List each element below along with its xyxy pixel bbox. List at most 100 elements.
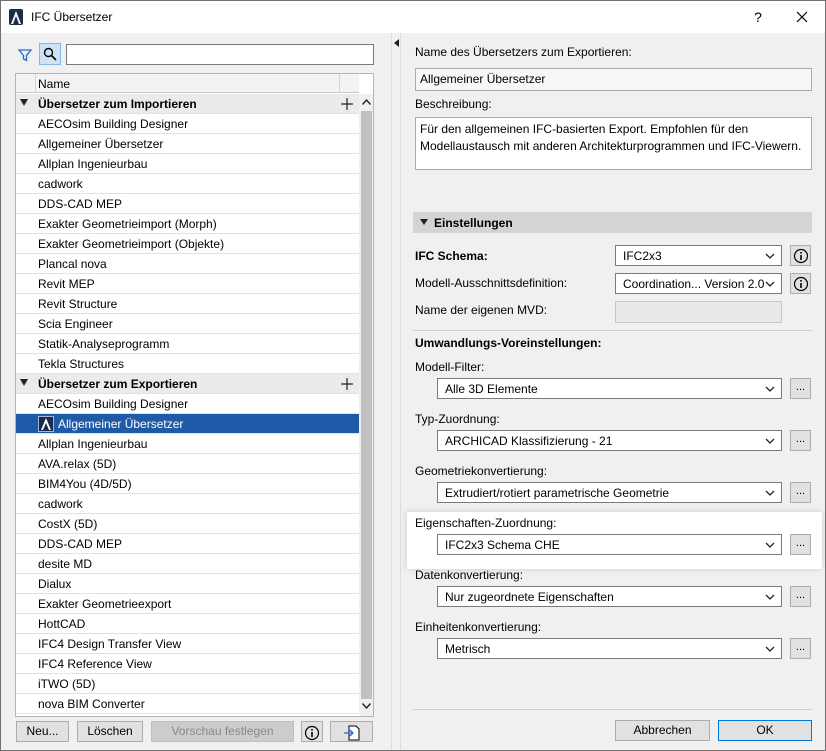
geometry-conversion-options-button[interactable]: ...	[790, 482, 811, 503]
search-input[interactable]	[66, 44, 374, 65]
list-item-label: Allplan Ingenieurbau	[38, 157, 148, 171]
list-item[interactable]: DDS-CAD MEP	[16, 194, 359, 214]
list-header: Name	[16, 74, 359, 93]
settings-header-label: Einstellungen	[434, 216, 513, 230]
mvd-label: Modell-Ausschnittsdefinition:	[415, 276, 568, 290]
list-item[interactable]: Dialux	[16, 574, 359, 594]
list-rows: Übersetzer zum Importieren AECOsim Buildi…	[16, 94, 359, 714]
list-item[interactable]: AECOsim Building Designer	[16, 114, 359, 134]
list-item[interactable]: HottCAD	[16, 614, 359, 634]
list-item[interactable]: Allgemeiner Übersetzer	[16, 414, 359, 434]
collapse-triangle-icon	[420, 219, 428, 225]
translator-settings-pane: Name des Übersetzers zum Exportieren: Al…	[402, 33, 825, 750]
new-translator-button[interactable]: Neu...	[16, 721, 69, 742]
chevron-down-icon	[765, 281, 775, 287]
pane-splitter[interactable]	[391, 33, 401, 750]
list-scrollbar[interactable]	[359, 94, 373, 716]
chevron-down-icon	[765, 594, 775, 600]
list-item[interactable]: AECOsim Building Designer	[16, 394, 359, 414]
mvd-info-button[interactable]	[790, 273, 811, 294]
translator-name-field[interactable]: Allgemeiner Übersetzer	[415, 68, 812, 91]
list-item[interactable]: BIM4You (4D/5D)	[16, 474, 359, 494]
unit-conversion-label: Einheitenkonvertierung:	[415, 620, 542, 634]
list-item[interactable]: CostX (5D)	[16, 514, 359, 534]
divider	[413, 709, 812, 710]
expand-triangle-icon[interactable]	[20, 379, 28, 386]
property-mapping-select[interactable]: IFC2x3 Schema CHE	[437, 534, 782, 555]
add-translator-icon[interactable]	[340, 97, 354, 111]
window-title: IFC Übersetzer	[31, 10, 113, 24]
type-mapping-select[interactable]: ARCHICAD Klassifizierung - 21	[437, 430, 782, 451]
list-header-divider	[339, 74, 340, 93]
delete-translator-button[interactable]: Löschen	[77, 721, 143, 742]
list-item-label: Scia Engineer	[38, 317, 113, 331]
geometry-conversion-select[interactable]: Extrudiert/rotiert parametrische Geometr…	[437, 482, 782, 503]
list-item[interactable]: DDS-CAD MEP	[16, 534, 359, 554]
import-export-translator-button[interactable]	[330, 721, 373, 742]
list-header-name[interactable]: Name	[38, 77, 70, 91]
add-translator-icon[interactable]	[340, 377, 354, 391]
collapse-arrow-icon[interactable]	[394, 39, 400, 47]
list-item[interactable]: IFC4 Reference View	[16, 654, 359, 674]
list-item[interactable]: IFC4 Design Transfer View	[16, 634, 359, 654]
list-item[interactable]: Scia Engineer	[16, 314, 359, 334]
scroll-down-icon[interactable]	[362, 703, 371, 709]
data-conversion-options-button[interactable]: ...	[790, 586, 811, 607]
expand-triangle-icon[interactable]	[20, 99, 28, 106]
scrollbar-thumb[interactable]	[361, 111, 372, 699]
list-item[interactable]: Allplan Ingenieurbau	[16, 434, 359, 454]
list-item[interactable]: Statik-Analyseprogramm	[16, 334, 359, 354]
geometry-conversion-label: Geometriekonvertierung:	[415, 464, 548, 478]
translator-list: Name Übersetzer zum Importieren AECOsim B…	[15, 73, 374, 717]
scroll-up-icon[interactable]	[362, 99, 371, 105]
unit-conversion-select[interactable]: Metrisch	[437, 638, 782, 659]
custom-mvd-field[interactable]	[615, 301, 782, 323]
translator-icon	[38, 416, 54, 432]
list-item[interactable]: cadwork	[16, 494, 359, 514]
list-item[interactable]: Exakter Geometrieimport (Morph)	[16, 214, 359, 234]
unit-conversion-options-button[interactable]: ...	[790, 638, 811, 659]
settings-section-header[interactable]: Einstellungen	[413, 212, 812, 233]
list-item[interactable]: Allplan Ingenieurbau	[16, 154, 359, 174]
list-item[interactable]: desite MD	[16, 554, 359, 574]
ifc-schema-select[interactable]: IFC2x3	[615, 245, 782, 266]
list-item[interactable]: Exakter Geometrieimport (Objekte)	[16, 234, 359, 254]
list-item[interactable]: Revit MEP	[16, 274, 359, 294]
set-preview-button[interactable]: Vorschau festlegen	[151, 721, 294, 742]
close-button[interactable]	[779, 1, 825, 33]
list-item[interactable]: Allgemeiner Übersetzer	[16, 134, 359, 154]
list-item[interactable]: cadwork	[16, 174, 359, 194]
search-toggle-button[interactable]	[39, 43, 61, 65]
list-item[interactable]: Exakter Geometrieexport	[16, 594, 359, 614]
ok-button[interactable]: OK	[718, 720, 812, 741]
model-filter-select[interactable]: Alle 3D Elemente	[437, 378, 782, 399]
property-mapping-options-button[interactable]: ...	[790, 534, 811, 555]
list-item-label: iTWO (5D)	[38, 677, 96, 691]
list-item[interactable]: Plancal nova	[16, 254, 359, 274]
list-item-label: Tekla Structures	[38, 357, 125, 371]
list-item[interactable]: Revit Structure	[16, 294, 359, 314]
chevron-down-icon	[765, 253, 775, 259]
list-group-header[interactable]: Übersetzer zum Exportieren	[16, 374, 359, 394]
chevron-down-icon	[765, 490, 775, 496]
chevron-down-icon	[765, 386, 775, 392]
mvd-select[interactable]: Coordination... Version 2.0	[615, 273, 782, 294]
file-transfer-icon	[343, 725, 359, 740]
description-field[interactable]: Für den allgemeinen IFC-basierten Export…	[415, 117, 812, 170]
list-item[interactable]: Tekla Structures	[16, 354, 359, 374]
type-mapping-options-button[interactable]: ...	[790, 430, 811, 451]
data-conversion-value: Nur zugeordnete Eigenschaften	[445, 590, 614, 604]
list-item-label: Allplan Ingenieurbau	[38, 437, 148, 451]
list-item[interactable]: AVA.relax (5D)	[16, 454, 359, 474]
data-conversion-select[interactable]: Nur zugeordnete Eigenschaften	[437, 586, 782, 607]
list-item[interactable]: iTWO (5D)	[16, 674, 359, 694]
list-group-header[interactable]: Übersetzer zum Importieren	[16, 94, 359, 114]
list-item-label: AECOsim Building Designer	[38, 117, 189, 131]
help-button[interactable]: ?	[735, 1, 781, 33]
filter-icon[interactable]	[17, 47, 33, 63]
cancel-button[interactable]: Abbrechen	[615, 720, 710, 741]
model-filter-options-button[interactable]: ...	[790, 378, 811, 399]
ifc-schema-info-button[interactable]	[790, 245, 811, 266]
translator-info-button[interactable]	[301, 721, 323, 742]
list-item[interactable]: nova BIM Converter	[16, 694, 359, 714]
